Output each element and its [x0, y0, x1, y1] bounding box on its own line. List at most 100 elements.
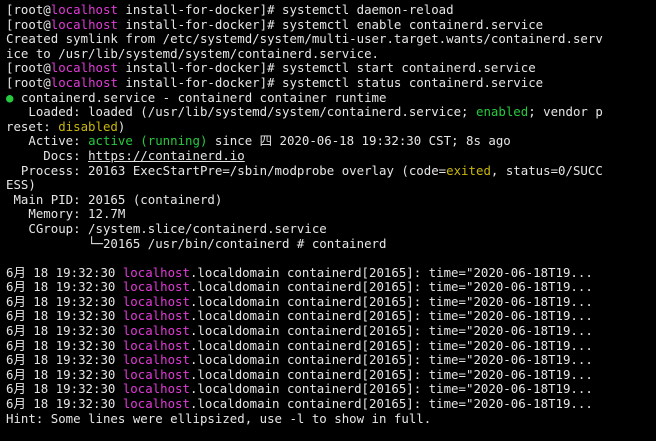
journal-log-line: 6月 18 19:32:30 localhost.localdomain con…: [6, 309, 656, 324]
prompt-user: [root@: [6, 2, 51, 17]
prompt-directory: install-for-docker]#: [117, 60, 283, 76]
prompt-directory: install-for-docker]#: [117, 74, 283, 90]
output-text: ESS): [6, 177, 36, 193]
terminal-line: ESS): [6, 177, 656, 193]
log-timestamp: 6月 18 19:32:30: [6, 396, 123, 412]
prompt-host: localhost: [50, 60, 118, 76]
output-text: Memory: 12.7M: [6, 206, 126, 222]
terminal-line: reset: disabled): [6, 118, 656, 135]
terminal-output: [root@localhost install-for-docker]# sys…: [6, 2, 656, 427]
preset-suffix: ): [117, 118, 126, 134]
unit-title: containerd.service - containerd containe…: [13, 89, 387, 105]
journal-log-line: 6月 18 19:32:30 localhost.localdomain con…: [6, 382, 656, 397]
log-host: localhost: [122, 366, 190, 382]
terminal-line: ● containerd.service - containerd contai…: [6, 89, 656, 106]
terminal-line: Memory: 12.7M: [6, 207, 656, 222]
log-timestamp: 6月 18 19:32:30: [6, 308, 123, 324]
log-timestamp: 6月 18 19:32:30: [6, 279, 123, 295]
terminal-line: CGroup: /system.slice/containerd.service: [6, 220, 656, 237]
terminal-line: Process: 20163 ExecStartPre=/sbin/modpro…: [6, 162, 656, 179]
terminal-line: [root@localhost install-for-docker]# sys…: [6, 61, 656, 76]
loaded-label: Loaded:: [6, 104, 89, 120]
prompt-user: [root@: [6, 16, 51, 32]
log-message: .localdomain containerd[20165]: time="20…: [189, 293, 593, 309]
terminal-line: ice to /usr/lib/systemd/system/container…: [6, 45, 656, 62]
preset-label: reset:: [6, 118, 59, 134]
command-text: systemctl start containerd.service: [282, 60, 536, 76]
journal-log-line: 6月 18 19:32:30 localhost.localdomain con…: [6, 352, 656, 368]
prompt-host: localhost: [50, 16, 118, 32]
terminal-line: Docs: https://containerd.io: [6, 147, 656, 164]
prompt-directory: install-for-docker]#: [117, 16, 283, 32]
journal-log-line: 6月 18 19:32:30 localhost.localdomain con…: [6, 323, 656, 339]
log-host: localhost: [122, 396, 190, 412]
journal-log-line: 6月 18 19:32:30 localhost.localdomain con…: [6, 396, 656, 412]
process-status: , status=0/SUCC: [490, 162, 603, 178]
log-host: localhost: [122, 337, 190, 353]
log-timestamp: 6月 18 19:32:30: [6, 366, 123, 382]
loaded-suffix: ; vendor p: [528, 104, 603, 120]
log-timestamp: 6月 18 19:32:30: [6, 381, 123, 397]
prompt-host: localhost: [50, 2, 118, 17]
terminal-line: [root@localhost install-for-docker]# sys…: [6, 74, 656, 91]
output-text: Main PID: 20165 (containerd): [6, 191, 223, 207]
prompt-user: [root@: [6, 60, 51, 76]
log-message: .localdomain containerd[20165]: time="20…: [189, 381, 593, 397]
journal-log-line: 6月 18 19:32:30 localhost.localdomain con…: [6, 366, 656, 383]
log-message: .localdomain containerd[20165]: time="20…: [189, 396, 593, 412]
log-host: localhost: [122, 264, 190, 280]
docs-label: Docs:: [6, 147, 89, 163]
log-message: .localdomain containerd[20165]: time="20…: [189, 366, 593, 382]
command-text: systemctl daemon-reload: [282, 2, 454, 17]
terminal-window[interactable]: [root@localhost install-for-docker]# sys…: [0, 0, 656, 441]
terminal-line: Loaded: loaded (/usr/lib/systemd/system/…: [6, 104, 656, 120]
log-message: .localdomain containerd[20165]: time="20…: [189, 308, 593, 324]
terminal-line: Active: active (running) since 四 2020-06…: [6, 134, 656, 149]
journal-log-line: 6月 18 19:32:30 localhost.localdomain con…: [6, 279, 656, 295]
log-timestamp: 6月 18 19:32:30: [6, 293, 123, 309]
log-message: .localdomain containerd[20165]: time="20…: [189, 352, 593, 368]
process-text: Process: 20163 ExecStartPre=/sbin/modpro…: [6, 162, 447, 178]
log-message: .localdomain containerd[20165]: time="20…: [189, 337, 593, 353]
log-host: localhost: [122, 352, 190, 368]
prompt-directory: install-for-docker]#: [117, 2, 283, 17]
active-label: Active:: [6, 133, 89, 149]
command-text: systemctl status containerd.service: [282, 74, 544, 90]
docs-link[interactable]: https://containerd.io: [88, 148, 245, 163]
log-timestamp: 6月 18 19:32:30: [6, 323, 123, 339]
terminal-line: Created symlink from /etc/systemd/system…: [6, 31, 656, 47]
log-message: .localdomain containerd[20165]: time="20…: [189, 323, 593, 339]
log-timestamp: 6月 18 19:32:30: [6, 352, 123, 368]
active-state: active (running): [88, 133, 208, 149]
process-exit-code: exited: [446, 162, 491, 178]
terminal-line: └─20165 /usr/bin/containerd # containerd: [6, 235, 656, 252]
loaded-value: loaded (/usr/lib/systemd/system/containe…: [88, 104, 476, 120]
log-host: localhost: [122, 308, 190, 324]
log-host: localhost: [122, 381, 190, 397]
log-message: .localdomain containerd[20165]: time="20…: [189, 279, 593, 295]
output-text: CGroup: /system.slice/containerd.service: [6, 220, 327, 236]
log-timestamp: 6月 18 19:32:30: [6, 264, 123, 280]
prompt-user: [root@: [6, 74, 51, 90]
log-host: localhost: [122, 323, 190, 339]
prompt-host: localhost: [50, 74, 118, 90]
output-text: ice to /usr/lib/systemd/system/container…: [6, 45, 379, 61]
log-message: .localdomain containerd[20165]: time="20…: [189, 264, 593, 280]
terminal-line: [root@localhost install-for-docker]# sys…: [6, 2, 656, 18]
log-timestamp: 6月 18 19:32:30: [6, 337, 123, 353]
terminal-line: Main PID: 20165 (containerd): [6, 191, 656, 208]
log-host: localhost: [122, 279, 190, 295]
terminal-line: [root@localhost install-for-docker]# sys…: [6, 16, 656, 33]
log-host: localhost: [122, 293, 190, 309]
output-text: Hint: Some lines were ellipsized, use -l…: [6, 410, 432, 426]
output-text: └─20165 /usr/bin/containerd # containerd: [6, 235, 387, 251]
terminal-line: Hint: Some lines were ellipsized, use -l…: [6, 410, 656, 427]
journal-log-line: 6月 18 19:32:30 localhost.localdomain con…: [6, 264, 656, 281]
journal-log-line: 6月 18 19:32:30 localhost.localdomain con…: [6, 293, 656, 310]
next-prompt-partial: [0, 435, 656, 441]
enabled-state: enabled: [475, 104, 529, 120]
preset-state: disabled: [58, 118, 118, 134]
active-since: since 四 2020-06-18 19:32:30 CST; 8s ago: [207, 133, 511, 149]
output-text: Created symlink from /etc/systemd/system…: [6, 31, 603, 47]
